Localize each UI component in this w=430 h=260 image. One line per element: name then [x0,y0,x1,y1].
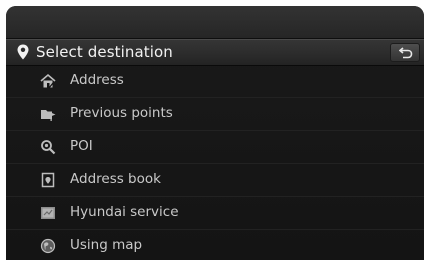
navigation-screen: Select destination Address Previous poin… [6,6,424,260]
globe-icon [40,238,56,254]
menu-header: Select destination [6,39,424,66]
menu-item-previous-points[interactable]: Previous points [6,98,424,131]
back-arrow-icon [399,47,413,59]
menu-item-using-map[interactable]: Using map [6,230,424,260]
menu-item-poi[interactable]: POI [6,131,424,164]
page-title: Select destination [36,43,173,61]
service-icon [40,205,56,221]
menu-item-label: Using map [70,237,143,253]
menu-item-label: Address book [70,171,161,187]
folder-flag-icon [40,106,56,122]
menu-item-label: Previous points [70,105,173,121]
house-icon [40,73,56,89]
book-icon [40,172,56,188]
back-button[interactable] [390,43,420,62]
location-pin-icon [17,44,29,60]
magnifier-icon [40,139,56,155]
menu-item-address[interactable]: Address [6,65,424,98]
destination-menu: Address Previous points POI Address book… [6,65,424,260]
menu-item-label: Hyundai service [70,204,179,220]
menu-item-label: Address [70,72,124,88]
top-bar [6,6,424,39]
menu-item-hyundai-service[interactable]: Hyundai service [6,197,424,230]
menu-item-label: POI [70,138,93,154]
menu-item-address-book[interactable]: Address book [6,164,424,197]
